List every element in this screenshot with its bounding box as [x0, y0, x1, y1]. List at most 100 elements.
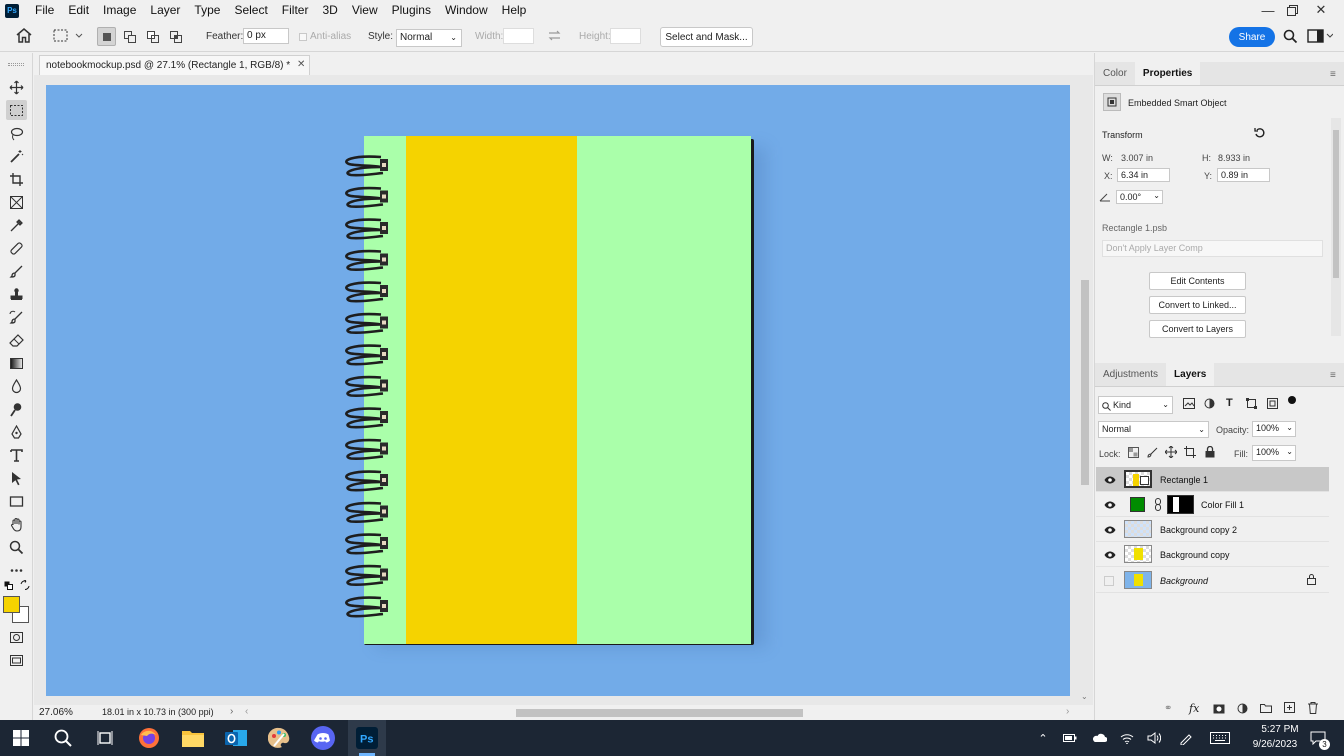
filter-toggle-icon[interactable]	[1288, 396, 1296, 404]
rectangular-marquee-icon[interactable]	[6, 100, 27, 120]
zoom-icon[interactable]	[6, 537, 27, 557]
h-value[interactable]: 8.933 in	[1218, 153, 1250, 163]
height-input[interactable]	[610, 28, 641, 44]
select-and-mask-button[interactable]: Select and Mask...	[660, 27, 753, 47]
windows-start-icon[interactable]	[8, 725, 34, 751]
workspace-icon[interactable]	[1307, 29, 1334, 46]
vertical-scrollbar[interactable]: ⌄	[1078, 75, 1092, 705]
lock-transparent-icon[interactable]	[1128, 447, 1139, 461]
properties-scrollbar[interactable]	[1331, 118, 1341, 336]
panel-menu-icon[interactable]: ≡	[1330, 69, 1336, 80]
share-button[interactable]: Share	[1229, 27, 1275, 47]
brush-icon[interactable]	[6, 261, 27, 281]
layer-lock-icon[interactable]	[1307, 574, 1316, 585]
feather-input[interactable]: 0 px	[243, 28, 289, 44]
onedrive-icon[interactable]	[1091, 730, 1107, 746]
tab-color[interactable]: Color	[1095, 61, 1135, 85]
keyboard-icon[interactable]	[1210, 730, 1230, 746]
layer-mask-thumbnail[interactable]	[1167, 495, 1194, 514]
lock-pixels-icon[interactable]	[1147, 447, 1158, 461]
type-tool-icon[interactable]	[6, 445, 27, 465]
gradient-icon[interactable]	[6, 353, 27, 373]
task-view-icon[interactable]	[92, 725, 118, 751]
menu-view[interactable]: View	[345, 0, 385, 21]
menu-window[interactable]: Window	[438, 0, 495, 21]
menu-3d[interactable]: 3D	[315, 0, 344, 21]
screen-mode-icon[interactable]	[6, 650, 27, 670]
menu-type[interactable]: Type	[187, 0, 227, 21]
adjustment-layer-icon[interactable]	[1237, 703, 1248, 717]
horizontal-scroll-thumb[interactable]	[516, 709, 803, 717]
intersect-selection-icon[interactable]	[166, 27, 185, 46]
menu-edit[interactable]: Edit	[61, 0, 96, 21]
zoom-level[interactable]: 27.06%	[39, 707, 73, 718]
reset-transform-icon[interactable]	[1254, 127, 1266, 142]
chevron-up-icon[interactable]: ⌃	[1035, 730, 1051, 746]
layer-row-background-copy[interactable]: Background copy	[1096, 542, 1329, 567]
filter-smart-object-icon[interactable]	[1267, 398, 1278, 412]
healing-brush-icon[interactable]	[6, 238, 27, 258]
properties-scroll-thumb[interactable]	[1333, 130, 1339, 278]
layer-name[interactable]: Background copy	[1160, 550, 1230, 560]
pen-tray-icon[interactable]	[1178, 730, 1194, 746]
visibility-eye-icon[interactable]	[1104, 476, 1116, 484]
fill-input[interactable]: 100% ⌄	[1252, 445, 1296, 461]
visibility-eye-icon[interactable]	[1104, 526, 1116, 534]
layer-name[interactable]: Color Fill 1	[1201, 500, 1244, 510]
layer-row-background[interactable]: Background	[1096, 568, 1329, 593]
link-chain-icon[interactable]	[1154, 498, 1162, 511]
menu-layer[interactable]: Layer	[143, 0, 187, 21]
edit-contents-button[interactable]: Edit Contents	[1149, 272, 1246, 290]
filter-type-icon[interactable]: T	[1226, 397, 1233, 409]
visibility-eye-icon[interactable]	[1104, 501, 1116, 509]
marquee-preset-icon[interactable]	[53, 29, 83, 46]
layer-name[interactable]: Rectangle 1	[1160, 475, 1208, 485]
tab-layers[interactable]: Layers	[1166, 362, 1215, 386]
scroll-down-icon[interactable]: ⌄	[1081, 692, 1088, 701]
add-mask-icon[interactable]	[1213, 704, 1225, 717]
vertical-scroll-thumb[interactable]	[1081, 280, 1089, 485]
clock-time[interactable]: 5:27 PM	[1250, 724, 1310, 735]
tab-adjustments[interactable]: Adjustments	[1095, 362, 1166, 386]
swap-colors-icon[interactable]	[20, 579, 30, 593]
discord-icon[interactable]	[310, 725, 336, 751]
layer-thumbnail[interactable]	[1124, 470, 1152, 488]
layer-name[interactable]: Background	[1160, 576, 1208, 586]
search-icon[interactable]	[50, 725, 76, 751]
layer-row-color-fill-1[interactable]: Color Fill 1	[1096, 492, 1329, 517]
layer-name[interactable]: Background copy 2	[1160, 525, 1237, 535]
filter-shape-icon[interactable]	[1246, 398, 1257, 412]
menu-file[interactable]: File	[28, 0, 61, 21]
layer-comp-select[interactable]: Don't Apply Layer Comp	[1102, 240, 1323, 257]
filter-adjustment-icon[interactable]	[1204, 398, 1215, 412]
paint-app-icon[interactable]	[266, 725, 292, 751]
fill-color-thumbnail[interactable]	[1130, 497, 1145, 512]
y-input[interactable]: 0.89 in	[1217, 168, 1270, 182]
tab-properties[interactable]: Properties	[1134, 61, 1201, 85]
close-icon[interactable]: ✕	[1307, 0, 1335, 20]
home-icon[interactable]	[16, 28, 32, 46]
wifi-icon[interactable]	[1119, 730, 1135, 746]
w-value[interactable]: 3.007 in	[1121, 153, 1153, 163]
eraser-icon[interactable]	[6, 330, 27, 350]
canvas[interactable]	[46, 85, 1070, 696]
quick-mask-icon[interactable]	[6, 627, 27, 647]
restore-icon[interactable]	[1278, 0, 1306, 20]
menu-help[interactable]: Help	[495, 0, 534, 21]
layer-style-fx-icon[interactable]: fx	[1189, 702, 1199, 715]
menu-select[interactable]: Select	[227, 0, 274, 21]
swap-icon[interactable]	[548, 30, 561, 44]
clone-stamp-icon[interactable]	[6, 284, 27, 304]
add-selection-icon[interactable]	[120, 27, 139, 46]
opacity-input[interactable]: 100% ⌄	[1252, 421, 1296, 437]
file-explorer-icon[interactable]	[180, 725, 206, 751]
new-layer-icon[interactable]	[1284, 702, 1295, 716]
angle-input[interactable]: 0.00° ⌄	[1116, 190, 1163, 204]
style-select[interactable]: Normal ⌄	[396, 29, 462, 47]
default-colors-icon[interactable]	[4, 581, 13, 593]
clock-date[interactable]: 9/26/2023	[1240, 739, 1310, 750]
move-tool-icon[interactable]	[6, 77, 27, 97]
convert-to-layers-button[interactable]: Convert to Layers	[1149, 320, 1246, 338]
lasso-icon[interactable]	[6, 123, 27, 143]
outlook-icon[interactable]	[223, 725, 249, 751]
